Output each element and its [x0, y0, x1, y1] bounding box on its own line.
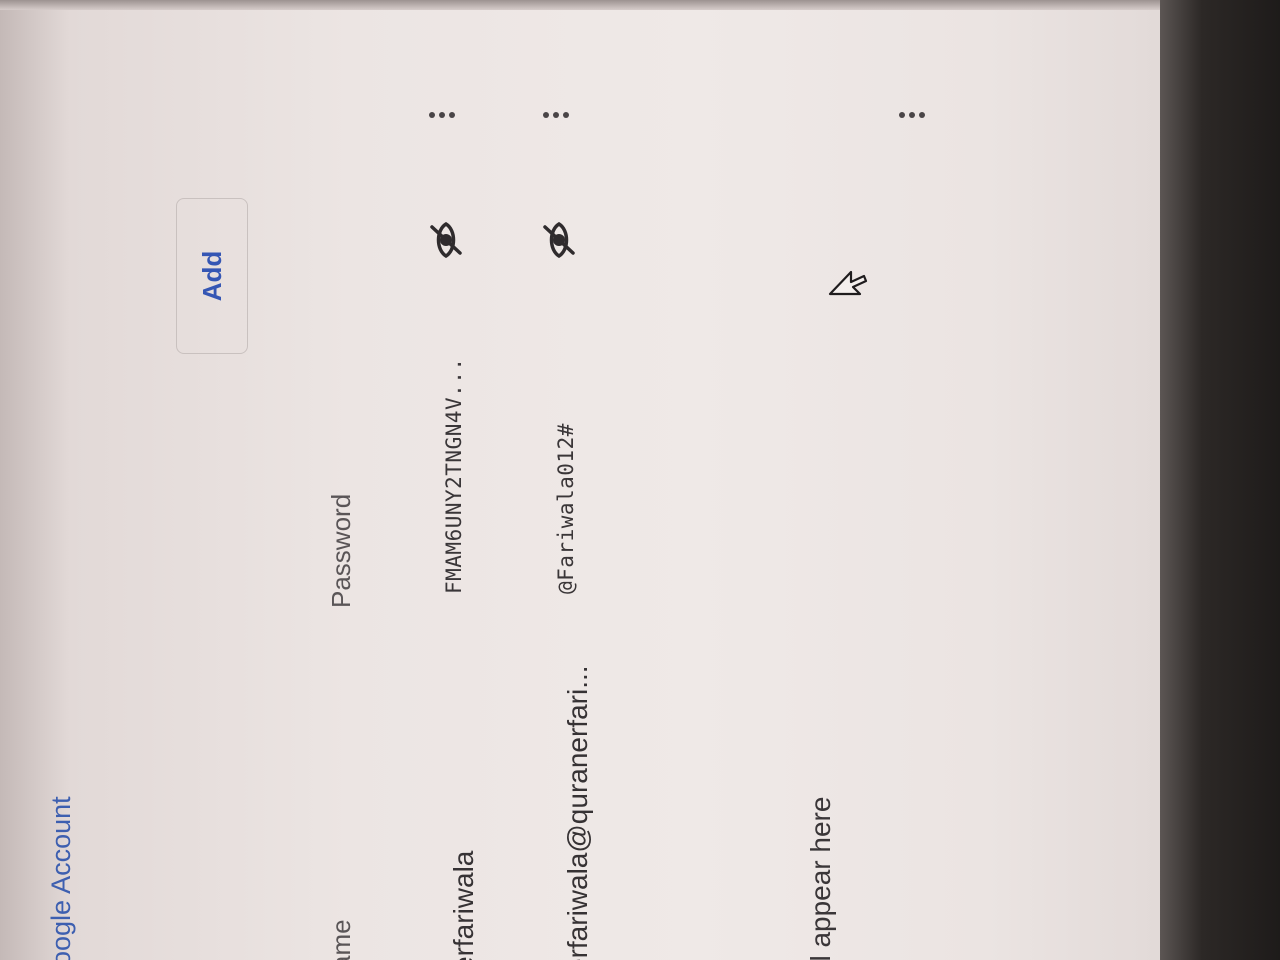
monitor-bezel	[1160, 0, 1280, 960]
more-vert-icon[interactable]	[427, 100, 457, 130]
empty-state-text: ill appear here	[805, 796, 836, 960]
row-2-password: @Fariwala012#	[554, 423, 578, 594]
eye-off-icon[interactable]	[537, 218, 581, 262]
more-vert-icon[interactable]	[897, 100, 927, 130]
add-button[interactable]: Add	[176, 198, 248, 354]
more-vert-icon[interactable]	[541, 100, 571, 130]
mouse-cursor-icon	[826, 260, 870, 300]
column-header-username: ame	[326, 919, 356, 960]
password-manager-page: oogle Account Add ame Password erfariwal…	[0, 0, 1160, 960]
google-account-link[interactable]: oogle Account	[46, 796, 77, 960]
row-1-username: erfariwala	[448, 850, 479, 960]
column-header-password: Password	[326, 493, 356, 608]
row-2-username: erfariwala@quranerfari...	[562, 665, 593, 960]
row-1-password: FMAM6UNY2TNGN4V...	[442, 357, 466, 594]
eye-off-icon[interactable]	[424, 218, 468, 262]
screen: oogle Account Add ame Password erfariwal…	[0, 0, 1160, 960]
